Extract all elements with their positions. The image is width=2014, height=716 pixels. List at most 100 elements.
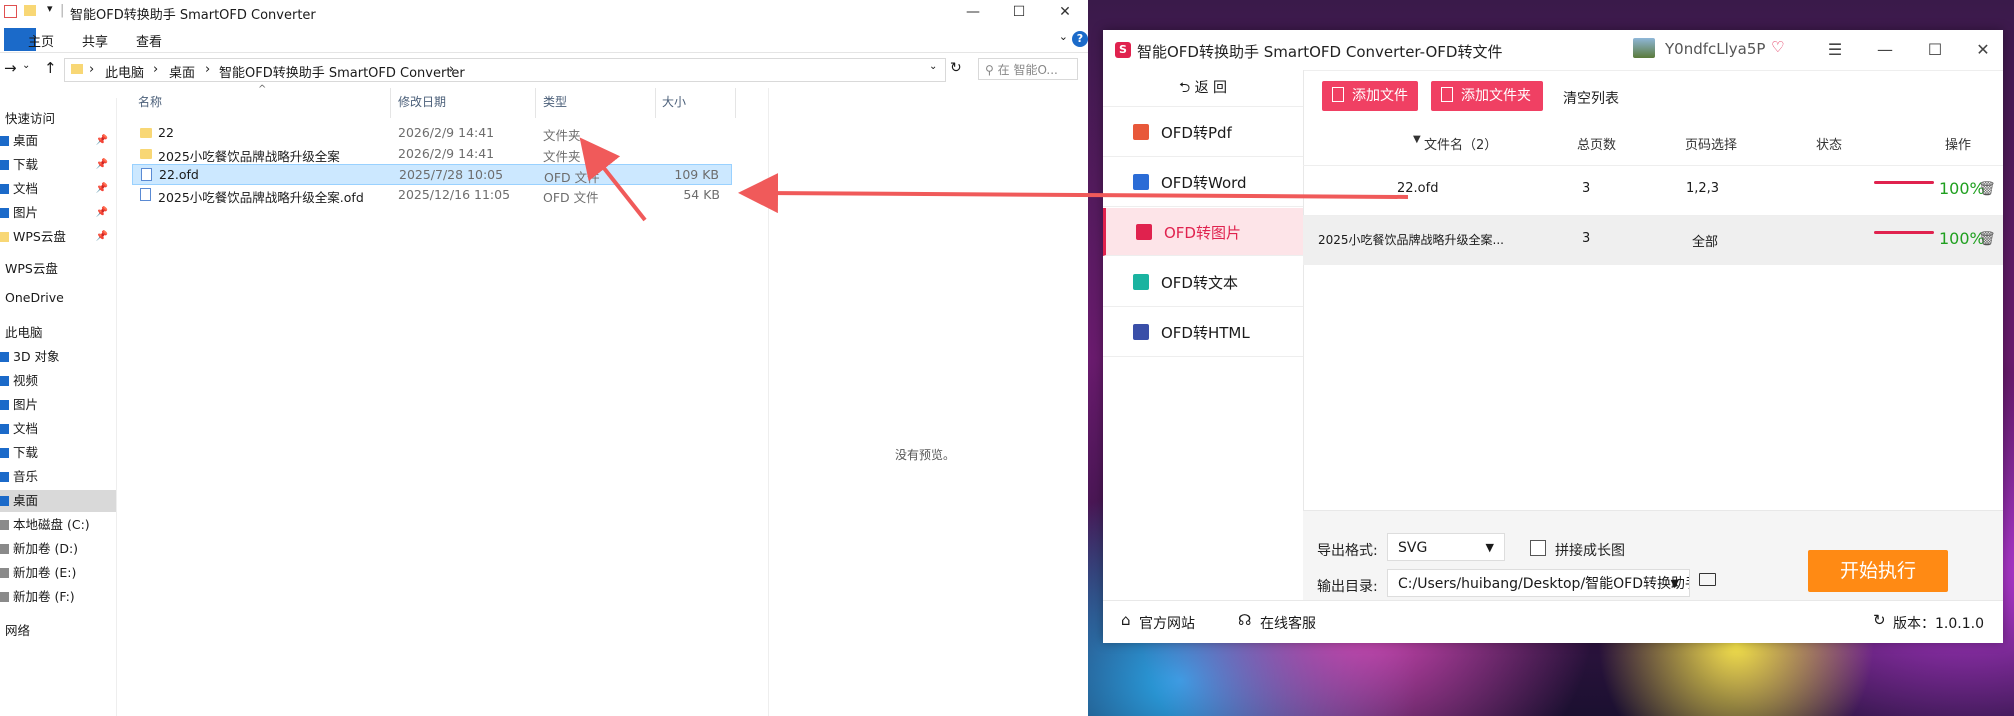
nav-item-icon [0, 496, 9, 506]
sort-down-icon[interactable]: ▼ [1413, 134, 1421, 145]
breadcrumb-sep-icon[interactable]: › [205, 62, 210, 77]
open-folder-icon[interactable] [1699, 573, 1716, 586]
file-row[interactable]: 22 2026/2/9 14:41 文件夹 [132, 123, 732, 144]
nav-pc-item[interactable]: 新加卷 (E:) [0, 562, 116, 584]
nav-quick-access[interactable]: 快速访问 [5, 108, 55, 127]
nav-quick-item[interactable]: 图片 📌 [0, 202, 116, 224]
nav-quick-item[interactable]: 文档 📌 [0, 178, 116, 200]
help-icon[interactable]: ? [1072, 31, 1088, 47]
task-row[interactable]: 2025小吃餐饮品牌战略升级全案... 3 全部 100% 🗑 [1303, 215, 2003, 265]
close-button[interactable]: ✕ [1968, 36, 1998, 64]
ofd-file-icon [141, 168, 152, 181]
nav-pc-item[interactable]: 视频 [0, 370, 116, 392]
username[interactable]: Y0ndfcLlya5P [1665, 40, 1765, 58]
start-button[interactable]: 开始执行 [1808, 550, 1948, 592]
nav-pc-item[interactable]: 新加卷 (F:) [0, 586, 116, 608]
sidebar-item[interactable]: OFD转图片 [1103, 208, 1303, 256]
merge-long-image-label[interactable]: 拼接成长图 [1555, 540, 1625, 560]
address-bar[interactable]: › 此电脑 › 桌面 › 智能OFD转换助手 SmartOFD Converte… [64, 58, 946, 82]
breadcrumb-this-pc[interactable]: 此电脑 [105, 62, 144, 81]
forward-arrow-icon[interactable]: → [4, 59, 17, 77]
add-file-button[interactable]: 添加文件 [1322, 81, 1418, 111]
sidebar-item[interactable]: OFD转Word [1103, 158, 1303, 207]
task-page-select[interactable]: 全部 [1692, 231, 1718, 250]
file-name: 22.ofd [159, 167, 199, 182]
clear-list-button[interactable]: 清空列表 [1563, 88, 1619, 108]
file-row[interactable]: 2025小吃餐饮品牌战略升级全案.ofd 2025/12/16 11:05 OFD … [132, 185, 732, 206]
nav-item-label: 新加卷 (F:) [13, 589, 75, 604]
maximize-button[interactable]: ☐ [1920, 36, 1950, 64]
nav-pc-item[interactable]: 桌面 [0, 490, 116, 512]
nav-pc-item[interactable]: 音乐 [0, 466, 116, 488]
output-dir-select[interactable]: C:/Users/huibang/Desktop/智能OFD转换助手 Smart… [1387, 569, 1690, 597]
minimize-button[interactable]: — [1870, 36, 1900, 64]
search-placeholder: 在 智能O... [997, 63, 1058, 77]
format-select[interactable]: SVG ▼ [1387, 533, 1505, 561]
nav-quick-item[interactable]: 桌面 📌 [0, 130, 116, 152]
official-website-link[interactable]: 官方网站 [1139, 613, 1195, 633]
nav-item-label: 本地磁盘 (C:) [13, 517, 90, 532]
nav-quick-item[interactable]: 下载 📌 [0, 154, 116, 176]
quick-access-toolbar-icon[interactable] [4, 5, 17, 18]
th-filename[interactable]: 文件名（2） [1424, 134, 1497, 153]
maximize-button[interactable]: ☐ [996, 0, 1042, 24]
back-button[interactable]: ⮌ 返 回 [1103, 70, 1303, 107]
breadcrumb-sep-icon[interactable]: › [89, 62, 94, 77]
file-row[interactable]: 22.ofd 2025/7/28 10:05 OFD 文件 109 KB [132, 164, 732, 185]
sidebar-item[interactable]: OFD转Pdf [1103, 108, 1303, 157]
tab-share[interactable]: 共享 [72, 29, 118, 52]
chevron-down-icon[interactable]: ⌄ [1059, 30, 1068, 43]
minimize-button[interactable]: — [950, 0, 996, 24]
sidebar-item-label: OFD转Pdf [1161, 124, 1232, 142]
breadcrumb-sep-icon[interactable]: › [449, 62, 454, 77]
nav-item-icon [0, 568, 9, 578]
refresh-icon[interactable]: ↻ [1873, 611, 1886, 629]
nav-pc-item[interactable]: 3D 对象 [0, 346, 116, 368]
nav-pc-item[interactable]: 下载 [0, 442, 116, 464]
add-folder-button[interactable]: 添加文件夹 [1431, 81, 1543, 111]
task-page-select[interactable]: 1,2,3 [1686, 181, 1719, 196]
merge-long-image-checkbox[interactable] [1530, 540, 1546, 556]
nav-this-pc[interactable]: 此电脑 [5, 322, 43, 341]
sidebar-item[interactable]: OFD转HTML [1103, 308, 1303, 357]
nav-quick-item[interactable]: WPS云盘 📌 [0, 226, 116, 248]
avatar[interactable] [1633, 38, 1655, 58]
file-size: 109 KB [674, 167, 719, 182]
menu-icon[interactable]: ☰ [1820, 36, 1850, 64]
window-title: 智能OFD转换助手 SmartOFD Converter [70, 8, 316, 23]
nav-network[interactable]: 网络 [5, 620, 30, 639]
sidebar-item-label: OFD转HTML [1161, 324, 1250, 342]
chevron-down-icon[interactable]: ▾ [47, 2, 53, 15]
close-button[interactable]: ✕ [1042, 0, 1088, 24]
trash-icon[interactable]: 🗑 [1978, 181, 1996, 197]
recent-locations-icon[interactable]: ⌄ [22, 60, 30, 71]
nav-onedrive[interactable]: OneDrive [5, 290, 64, 305]
nav-item-label: 3D 对象 [13, 349, 60, 364]
trash-icon[interactable]: 🗑 [1978, 231, 1996, 247]
tab-home[interactable]: 主页 [18, 29, 64, 52]
nav-item-label: 文档 [13, 421, 39, 436]
vip-heart-icon[interactable]: ♡ [1771, 38, 1784, 56]
nav-pc-item[interactable]: 新加卷 (D:) [0, 538, 116, 560]
nav-pc-item[interactable]: 图片 [0, 394, 116, 416]
up-arrow-icon[interactable]: ↑ [44, 59, 57, 77]
nav-pc-item[interactable]: 本地磁盘 (C:) [0, 514, 116, 536]
search-input[interactable]: ⚲ 在 智能O... [978, 58, 1078, 80]
file-type: OFD 文件 [543, 190, 599, 205]
nav-item-label: WPS云盘 [13, 229, 66, 244]
breadcrumb-desktop[interactable]: 桌面 [169, 62, 195, 81]
task-pages: 3 [1582, 231, 1591, 246]
nav-wps[interactable]: WPS云盘 [5, 258, 58, 277]
breadcrumb-sep-icon[interactable]: › [153, 62, 158, 77]
file-row[interactable]: 2025小吃餐饮品牌战略升级全案 2026/2/9 14:41 文件夹 [132, 144, 732, 165]
nav-pc-item[interactable]: 文档 [0, 418, 116, 440]
sidebar-item[interactable]: OFD转文本 [1103, 258, 1303, 307]
online-service-link[interactable]: 在线客服 [1260, 613, 1316, 633]
task-row[interactable]: 22.ofd 3 1,2,3 100% 🗑 [1303, 165, 2003, 215]
sidebar-item-label: OFD转Word [1161, 174, 1247, 192]
chevron-down-icon[interactable]: ⌄ [929, 61, 937, 72]
tab-view[interactable]: 查看 [126, 29, 172, 52]
breadcrumb-current[interactable]: 智能OFD转换助手 SmartOFD Converter [219, 62, 465, 81]
refresh-icon[interactable]: ↻ [950, 60, 962, 76]
nav-item-label: 视频 [13, 373, 39, 388]
